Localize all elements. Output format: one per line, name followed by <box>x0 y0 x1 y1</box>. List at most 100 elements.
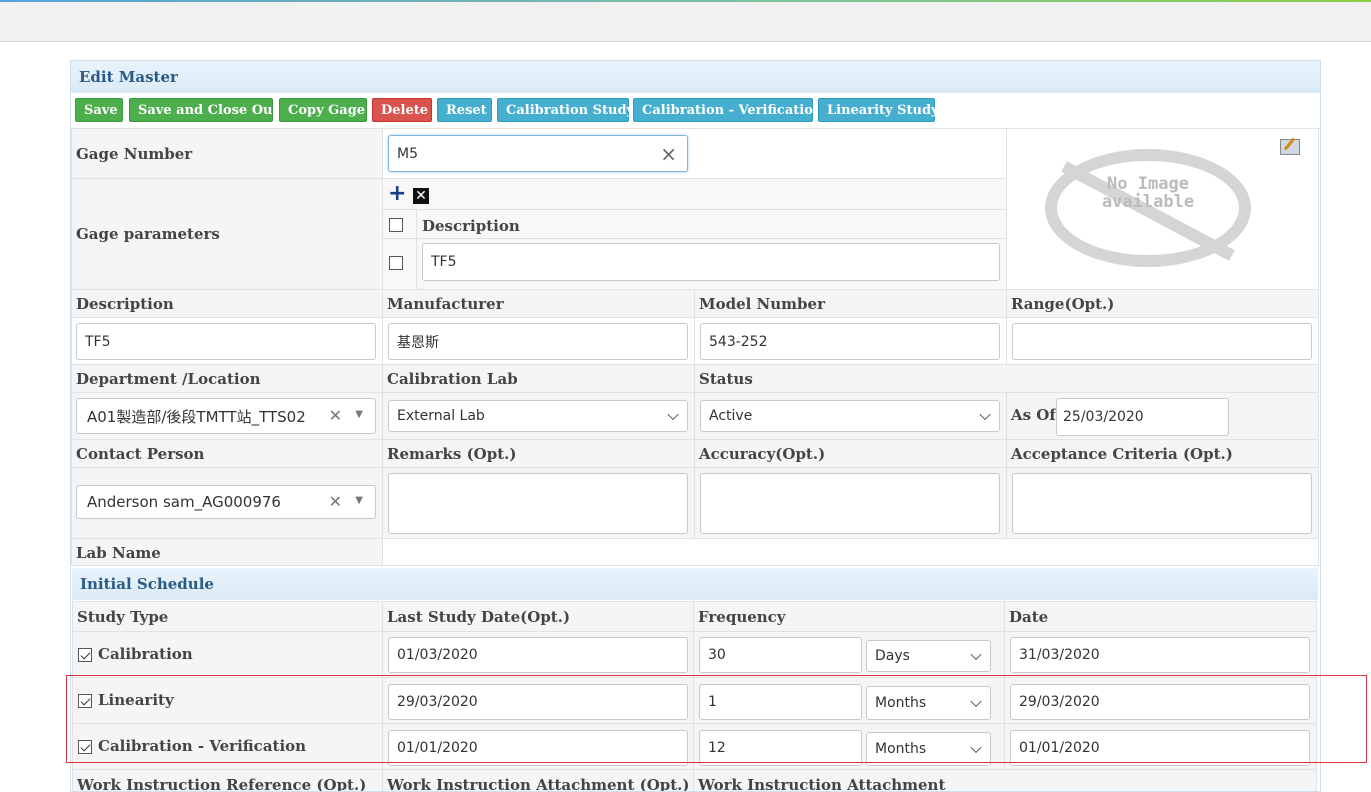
calibration-verification-button[interactable]: Calibration - Verification <box>633 98 822 122</box>
description-input[interactable]: TF5 <box>76 323 376 360</box>
acceptance-textarea[interactable] <box>1012 473 1312 534</box>
linearity-unit-select[interactable]: Months <box>866 686 991 720</box>
linearity-frequency-input[interactable]: 1 <box>699 684 862 720</box>
wi-reference-label: Work Instruction Reference (Opt.) <box>77 776 367 792</box>
schedule-row-calibration: Calibration <box>72 631 383 678</box>
calibration-verification-unit-select[interactable]: Months <box>866 732 991 766</box>
gage-parameters-label-cell: Gage parameters <box>71 178 383 290</box>
department-select[interactable]: A01製造部/後段TMTT站_TTS02 ✕ ▼ <box>76 398 376 434</box>
frequency-header-cell: Frequency <box>693 601 1005 632</box>
last-date-header: Last Study Date(Opt.) <box>387 608 571 626</box>
wi-attachment-opt-label: Work Instruction Attachment (Opt.) <box>387 776 690 792</box>
no-image-icon: No Image available <box>1045 149 1251 267</box>
calibration-lab-value: External Lab <box>397 408 485 424</box>
delete-button[interactable]: Delete <box>372 98 432 122</box>
action-toolbar: Save Save and Close Out Copy Gage Delete… <box>71 94 1320 129</box>
manufacturer-value-cell: 基恩斯 <box>382 317 695 365</box>
parameter-row-checkbox[interactable] <box>389 256 403 270</box>
calibration-study-type: Calibration <box>98 645 193 663</box>
gage-number-input[interactable]: M5 × <box>388 135 688 172</box>
contact-person-value-cell: Anderson sam_AG000976 ✕ ▼ <box>71 467 383 539</box>
linearity-unit-chevron-down-icon <box>970 695 982 708</box>
department-dropdown-icon[interactable]: ▼ <box>355 409 363 420</box>
accuracy-label-cell: Accuracy(Opt.) <box>694 439 1007 468</box>
linearity-last-date-input[interactable]: 29/03/2020 <box>388 684 688 720</box>
edit-image-icon[interactable] <box>1280 137 1300 155</box>
calibration-verification-date-cell: 01/01/2020 <box>1004 723 1317 770</box>
gage-number-value-cell: M5 × <box>382 128 1007 179</box>
as-of-label: As Of <box>1011 406 1056 424</box>
calibration-study-button[interactable]: Calibration Study <box>497 98 634 122</box>
range-input[interactable] <box>1012 323 1312 360</box>
save-button[interactable]: Save <box>75 98 123 122</box>
parameter-description-input[interactable]: TF5 <box>422 243 1000 281</box>
calibration-verification-unit: Months <box>875 741 927 757</box>
calibration-verification-unit-chevron-down-icon <box>970 741 982 754</box>
remarks-textarea[interactable] <box>388 473 688 534</box>
gage-parameters-table: + ✕ Description TF5 <box>382 178 1007 291</box>
calibration-last-date: 01/03/2020 <box>397 647 478 663</box>
linearity-study-button[interactable]: Linearity Study <box>818 98 939 122</box>
manufacturer-label-cell: Manufacturer <box>382 289 695 318</box>
calibration-frequency: 30 <box>708 647 726 663</box>
manufacturer-value: 基恩斯 <box>397 334 439 351</box>
linearity-date-input[interactable]: 29/03/2020 <box>1010 684 1310 720</box>
description-label-cell: Description <box>71 289 383 318</box>
accuracy-textarea[interactable] <box>700 473 1000 534</box>
reset-button[interactable]: Reset <box>437 98 492 122</box>
top-accent-line <box>0 0 1371 2</box>
as-of-date-input[interactable]: 25/03/2020 <box>1056 398 1229 436</box>
parameter-column-header: Description <box>422 217 520 235</box>
wi-attachment-label-cell: Work Instruction Attachment <box>693 769 1317 791</box>
calibration-frequency-cell: 30 Days <box>693 631 1005 678</box>
schedule-row-calibration-verification: Calibration - Verification <box>72 723 383 770</box>
calibration-verification-last-date: 01/01/2020 <box>397 740 478 756</box>
department-clear-icon[interactable]: ✕ <box>329 406 342 425</box>
calibration-verification-frequency: 12 <box>708 740 726 756</box>
status-label: Status <box>699 370 753 388</box>
model-number-label: Model Number <box>699 295 825 313</box>
calibration-last-date-input[interactable]: 01/03/2020 <box>388 637 688 673</box>
calibration-date-cell: 31/03/2020 <box>1004 631 1317 678</box>
copy-gage-button[interactable]: Copy Gage <box>279 98 367 122</box>
calibration-last-date-cell: 01/03/2020 <box>382 631 694 678</box>
date-header: Date <box>1009 608 1049 626</box>
calibration-verification-frequency-input[interactable]: 12 <box>699 730 862 766</box>
calibration-lab-select[interactable]: External Lab <box>388 400 688 432</box>
calibration-date: 31/03/2020 <box>1019 647 1100 663</box>
linearity-date-cell: 29/03/2020 <box>1004 677 1317 724</box>
remarks-label-cell: Remarks (Opt.) <box>382 439 695 468</box>
plus-icon[interactable]: + <box>388 183 406 205</box>
department-label: Department /Location <box>76 370 261 388</box>
calibration-frequency-input[interactable]: 30 <box>699 637 862 673</box>
edit-master-panel: Edit Master Save Save and Close Out Copy… <box>70 60 1321 792</box>
calibration-unit-select[interactable]: Days <box>866 640 991 672</box>
gage-parameters-label: Gage parameters <box>76 225 220 243</box>
no-image-line1: No Image <box>1107 174 1189 194</box>
model-number-input[interactable]: 543-252 <box>700 323 1000 360</box>
contact-dropdown-icon[interactable]: ▼ <box>355 495 363 506</box>
remove-icon[interactable]: ✕ <box>413 188 429 204</box>
calibration-verification-last-date-input[interactable]: 01/01/2020 <box>388 730 688 766</box>
calibration-verification-checkbox[interactable] <box>78 740 92 754</box>
calibration-checkbox[interactable] <box>78 648 92 662</box>
calibration-date-input[interactable]: 31/03/2020 <box>1010 637 1310 673</box>
contact-clear-icon[interactable]: ✕ <box>329 492 342 511</box>
department-value: A01製造部/後段TMTT站_TTS02 <box>87 407 306 426</box>
manufacturer-input[interactable]: 基恩斯 <box>388 323 688 360</box>
calibration-verification-date-input[interactable]: 01/01/2020 <box>1010 730 1310 766</box>
linearity-checkbox[interactable] <box>78 694 92 708</box>
as-of-value: 25/03/2020 <box>1063 409 1144 425</box>
contact-person-select[interactable]: Anderson sam_AG000976 ✕ ▼ <box>76 485 376 519</box>
range-label: Range(Opt.) <box>1011 295 1115 313</box>
gage-number-label-cell: Gage Number <box>71 128 383 179</box>
panel-title: Edit Master <box>71 61 1320 93</box>
contact-person-label-cell: Contact Person <box>71 439 383 468</box>
clear-icon[interactable]: × <box>660 142 677 166</box>
model-number-value-cell: 543-252 <box>694 317 1007 365</box>
save-and-close-button[interactable]: Save and Close Out <box>129 98 279 122</box>
status-select[interactable]: Active <box>700 400 1000 432</box>
top-bar <box>0 0 1371 42</box>
select-all-checkbox[interactable] <box>389 218 403 232</box>
lab-name-label-cell: Lab Name <box>71 538 383 566</box>
